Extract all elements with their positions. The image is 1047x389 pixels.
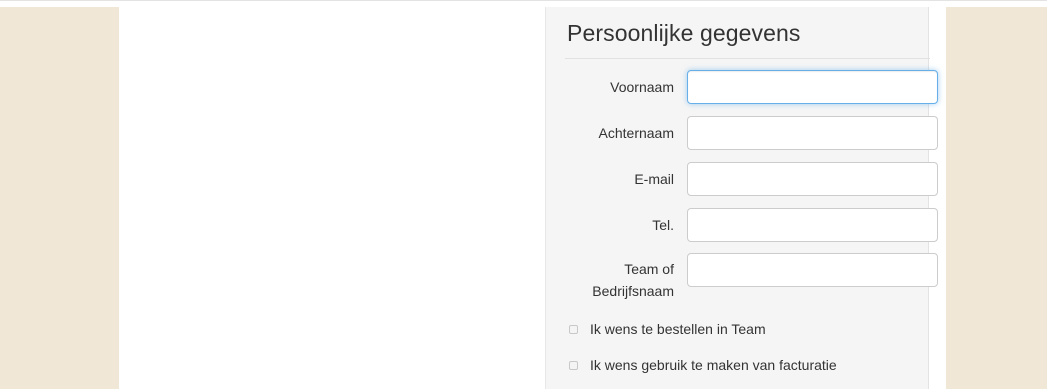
order-in-team-label: Ik wens te bestellen in Team (590, 321, 766, 337)
main-content-area (119, 7, 545, 389)
company-label-line1: Team of (624, 261, 674, 277)
company-label-line2: Bedrijfsnaam (592, 283, 674, 299)
invoicing-checkbox[interactable] (569, 360, 578, 370)
section-divider (565, 58, 930, 59)
invoicing-label: Ik wens gebruik te maken van facturatie (590, 357, 837, 373)
phone-label: Tel. (652, 217, 674, 233)
section-title: Persoonlijke gegevens (567, 20, 801, 46)
email-input[interactable] (687, 162, 938, 196)
order-in-team-option[interactable]: Ik wens te bestellen in Team (569, 319, 766, 339)
top-border (0, 0, 1047, 7)
email-label: E-mail (634, 171, 674, 187)
invoicing-option[interactable]: Ik wens gebruik te maken van facturatie (569, 355, 837, 375)
left-page-margin (0, 7, 119, 389)
phone-input[interactable] (687, 208, 938, 242)
personal-details-panel: Persoonlijke gegevens Voornaam Achternaa… (545, 7, 938, 389)
last-name-input[interactable] (687, 116, 938, 150)
first-name-input[interactable] (687, 70, 938, 104)
right-page-margin (946, 7, 1047, 389)
first-name-label: Voornaam (610, 79, 674, 95)
order-in-team-checkbox[interactable] (569, 324, 578, 334)
company-name-input[interactable] (687, 253, 938, 287)
last-name-label: Achternaam (598, 125, 674, 141)
